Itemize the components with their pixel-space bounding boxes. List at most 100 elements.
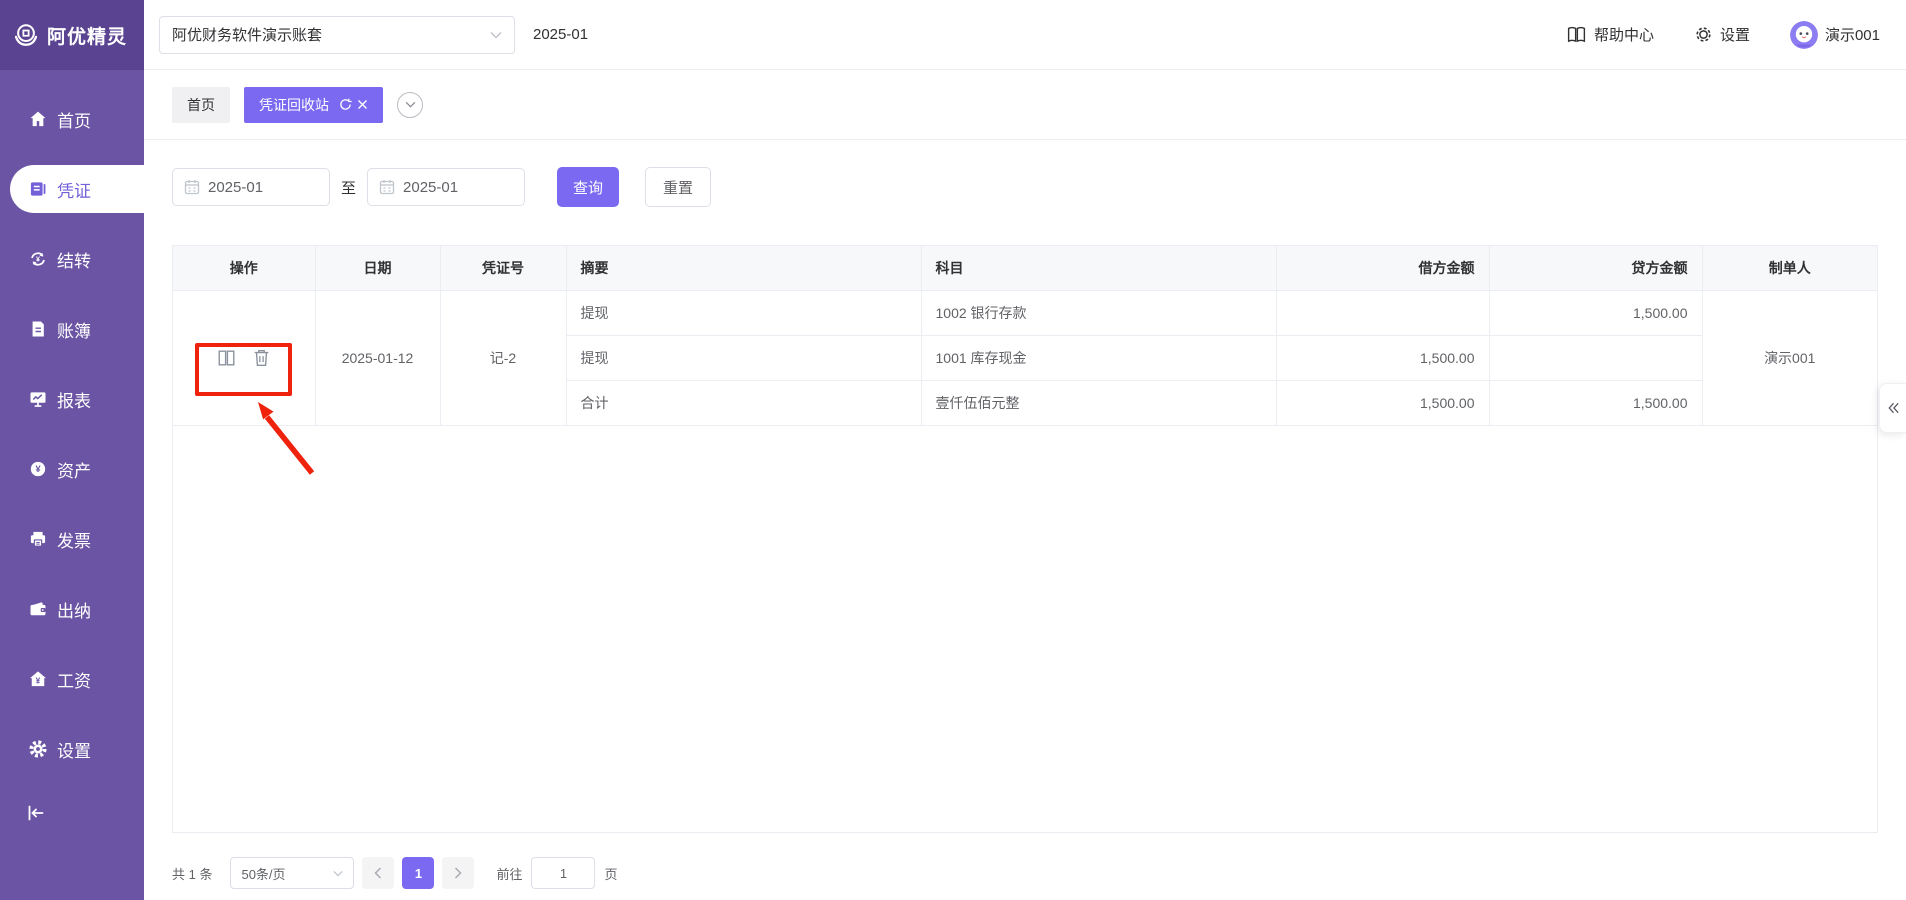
sidebar-item-settings[interactable]: 设置 xyxy=(0,725,144,773)
brand-logo: 阿优精灵 xyxy=(0,0,144,70)
debit-cell: 1,500.00 xyxy=(1276,380,1489,425)
avatar xyxy=(1790,21,1818,49)
calendar-icon xyxy=(379,179,395,195)
ledger-icon xyxy=(28,319,48,339)
chevron-down-icon xyxy=(333,870,343,877)
sidebar-item-salary[interactable]: ¥ 工资 xyxy=(0,655,144,703)
sidebar-item-home[interactable]: 首页 xyxy=(0,95,144,143)
sidebar-item-label: 账簿 xyxy=(57,317,91,342)
page-number-button[interactable]: 1 xyxy=(402,857,434,889)
current-period: 2025-01 xyxy=(533,26,588,43)
sidebar-nav: 首页 凭证 ¥ 结转 账簿 报表 ¥ 资产 xyxy=(0,70,144,773)
sidebar-item-label: 报表 xyxy=(57,387,91,412)
reset-button[interactable]: 重置 xyxy=(645,167,711,207)
sidebar-item-label: 工资 xyxy=(57,667,91,692)
col-header-op: 操作 xyxy=(173,246,315,290)
sidebar-item-label: 资产 xyxy=(57,457,91,482)
settings-icon xyxy=(28,739,48,759)
summary-cell: 提现 xyxy=(566,290,921,335)
debit-cell xyxy=(1276,290,1489,335)
goto-page-input[interactable] xyxy=(531,857,595,889)
app-window: 阿优精灵 首页 凭证 ¥ 结转 账簿 报表 xyxy=(0,0,1906,900)
total-count-label: 共 1 条 xyxy=(172,864,212,883)
chevron-down-icon xyxy=(490,31,502,39)
tab-list-dropdown-button[interactable] xyxy=(397,92,423,118)
settings-link[interactable]: 设置 xyxy=(1694,24,1750,45)
view-voucher-icon[interactable] xyxy=(216,348,237,368)
topbar: 阿优财务软件演示账套 2025-01 帮助中心 设置 演示001 xyxy=(144,0,1906,70)
summary-cell: 合计 xyxy=(566,380,921,425)
page-unit-label: 页 xyxy=(604,864,617,883)
col-header-creator: 制单人 xyxy=(1702,246,1877,290)
main-area: 阿优财务软件演示账套 2025-01 帮助中心 设置 演示001 xyxy=(144,0,1906,900)
help-center-label: 帮助中心 xyxy=(1594,24,1654,45)
credit-cell: 1,500.00 xyxy=(1489,380,1702,425)
col-header-summary: 摘要 xyxy=(566,246,921,290)
summary-cell: 提现 xyxy=(566,335,921,380)
username: 演示001 xyxy=(1825,24,1880,45)
table-header-row: 操作 日期 凭证号 摘要 科目 借方金额 贷方金额 制单人 xyxy=(173,246,1877,290)
table-row: 2025-01-12 记-2 提现 1002 银行存款 1,500.00 演示0… xyxy=(173,290,1877,335)
next-page-button[interactable] xyxy=(442,857,474,889)
credit-cell: 1,500.00 xyxy=(1489,290,1702,335)
sidebar-item-cashier[interactable]: 出纳 xyxy=(0,585,144,633)
col-header-voucher-no: 凭证号 xyxy=(440,246,566,290)
col-header-date: 日期 xyxy=(315,246,440,290)
prev-page-button[interactable] xyxy=(362,857,394,889)
refresh-icon[interactable] xyxy=(339,98,352,111)
account-set-select[interactable]: 阿优财务软件演示账套 xyxy=(159,16,515,54)
voucher-table-container: 操作 日期 凭证号 摘要 科目 借方金额 贷方金额 制单人 xyxy=(172,245,1878,833)
date-to-input[interactable] xyxy=(403,179,513,196)
account-set-value: 阿优财务软件演示账套 xyxy=(172,24,322,45)
help-center-link[interactable]: 帮助中心 xyxy=(1566,24,1654,45)
filter-bar: 至 查询 重置 xyxy=(172,167,1878,207)
topbar-right: 帮助中心 设置 演示001 xyxy=(1566,21,1880,49)
date-from-picker[interactable] xyxy=(172,168,330,206)
close-icon[interactable] xyxy=(357,99,368,110)
date-from-input[interactable] xyxy=(208,179,318,196)
right-panel-collapse-button[interactable] xyxy=(1879,383,1906,433)
goto-label: 前往 xyxy=(496,864,522,883)
tab-label: 凭证回收站 xyxy=(259,95,329,115)
date-to-picker[interactable] xyxy=(367,168,525,206)
tab-voucher-recycle-bin[interactable]: 凭证回收站 xyxy=(244,87,383,123)
voucher-no-cell: 记-2 xyxy=(440,290,566,425)
tab-home[interactable]: 首页 xyxy=(172,87,230,123)
credit-cell xyxy=(1489,335,1702,380)
sidebar: 阿优精灵 首页 凭证 ¥ 结转 账簿 报表 xyxy=(0,0,144,900)
tab-bar: 首页 凭证回收站 xyxy=(144,70,1906,140)
svg-text:¥: ¥ xyxy=(36,676,41,686)
page-size-select[interactable]: 50条/页 xyxy=(230,857,354,889)
sidebar-item-label: 首页 xyxy=(57,107,91,132)
invoice-icon xyxy=(28,529,48,549)
sidebar-item-label: 结转 xyxy=(57,247,91,272)
report-icon xyxy=(28,389,48,409)
op-cell xyxy=(173,290,315,425)
col-header-credit: 贷方金额 xyxy=(1489,246,1702,290)
asset-icon: ¥ xyxy=(28,459,48,479)
col-header-account: 科目 xyxy=(921,246,1276,290)
home-icon xyxy=(28,109,48,129)
salary-icon: ¥ xyxy=(28,669,48,689)
collapse-left-icon xyxy=(24,801,48,825)
user-menu[interactable]: 演示001 xyxy=(1790,21,1880,49)
brand-coin-icon xyxy=(11,20,41,50)
sidebar-item-label: 凭证 xyxy=(57,177,91,202)
sidebar-item-label: 发票 xyxy=(57,527,91,552)
delete-voucher-icon[interactable] xyxy=(252,348,271,368)
content-area: 至 查询 重置 操作 日期 凭证号 xyxy=(144,140,1906,900)
brand-name: 阿优精灵 xyxy=(47,22,127,49)
query-button[interactable]: 查询 xyxy=(557,167,619,207)
sidebar-item-report[interactable]: 报表 xyxy=(0,375,144,423)
cashier-icon xyxy=(28,599,48,619)
sidebar-item-carryover[interactable]: ¥ 结转 xyxy=(0,235,144,283)
sidebar-item-asset[interactable]: ¥ 资产 xyxy=(0,445,144,493)
chevron-down-icon xyxy=(405,101,416,108)
sidebar-collapse-button[interactable] xyxy=(24,801,48,825)
gear-icon xyxy=(1694,25,1713,44)
range-separator-label: 至 xyxy=(341,177,356,198)
col-header-debit: 借方金额 xyxy=(1276,246,1489,290)
sidebar-item-voucher[interactable]: 凭证 xyxy=(10,165,144,213)
sidebar-item-invoice[interactable]: 发票 xyxy=(0,515,144,563)
sidebar-item-ledger[interactable]: 账簿 xyxy=(0,305,144,353)
